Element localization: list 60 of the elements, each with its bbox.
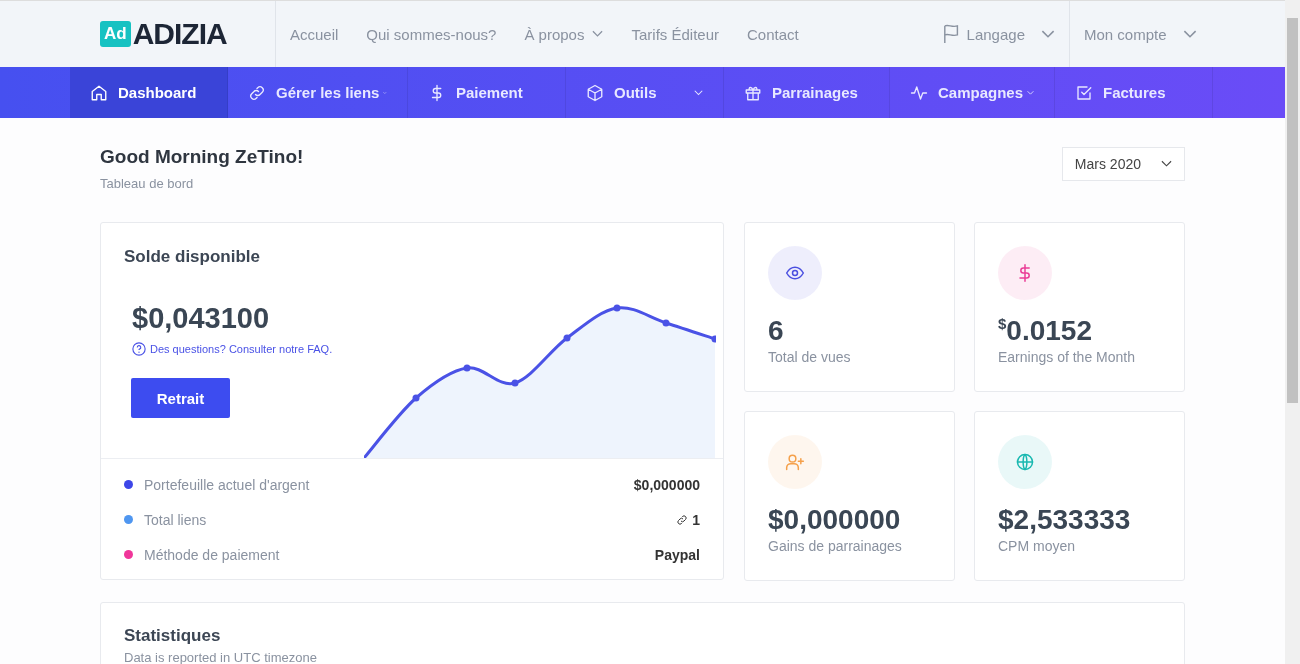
- question-icon: [132, 342, 146, 356]
- caret-icon: [592, 30, 604, 38]
- legend-label: Total liens: [144, 511, 208, 528]
- legend-label: Méthode de paiement: [144, 546, 281, 563]
- header-link[interactable]: Tarifs Éditeur: [631, 25, 719, 43]
- stat-value: $2,533333: [998, 504, 1132, 536]
- scrollbar[interactable]: [1285, 0, 1300, 664]
- card-title: Statistiques: [124, 626, 222, 646]
- language-menu[interactable]: Langage: [928, 1, 1069, 67]
- pulse-icon: [910, 83, 928, 102]
- stat-value: 6: [768, 315, 785, 347]
- caret-icon: [1027, 89, 1034, 96]
- legend-value: $0,000000: [633, 476, 700, 493]
- caret-icon: [1041, 29, 1055, 39]
- card-title: Solde disponible: [124, 247, 261, 267]
- header-link[interactable]: À propos: [524, 25, 604, 43]
- stat-label: CPM moyen: [998, 538, 1077, 554]
- graph-point: [662, 319, 670, 327]
- caret-icon: [1182, 29, 1197, 39]
- nav-tab[interactable]: Gérer les liens: [228, 67, 408, 118]
- header-link[interactable]: Contact: [747, 25, 799, 43]
- caret-icon: [694, 89, 703, 96]
- stat-value: $0,000000: [768, 504, 902, 536]
- graph-point: [711, 335, 716, 343]
- graph-point: [511, 379, 519, 387]
- graph-point: [613, 304, 621, 312]
- balance-amount: $0,043100: [132, 302, 271, 335]
- check-icon: [1075, 83, 1093, 102]
- header-link[interactable]: Qui sommes-nous?: [366, 25, 497, 43]
- legend-value: Paypal: [654, 546, 700, 563]
- nav-tab[interactable]: Factures: [1055, 67, 1213, 118]
- nav-tab[interactable]: Campagnes: [890, 67, 1055, 118]
- legend-value: 1: [692, 511, 700, 528]
- flag-icon: [942, 24, 961, 44]
- legend-label: Portefeuille actuel d'argent: [144, 476, 311, 493]
- box-icon: [586, 83, 604, 102]
- header-link[interactable]: Accueil: [290, 25, 339, 43]
- graph-point: [563, 334, 571, 342]
- stat-label: Total de vues: [768, 349, 852, 365]
- stat-value: $^{$}$0.0152: [998, 315, 1093, 347]
- home-icon: [90, 83, 108, 102]
- page-subtitle: Tableau de bord: [100, 176, 195, 191]
- card-subtitle: Data is reported in UTC timezone: [124, 650, 318, 664]
- account-menu[interactable]: Mon compte: [1070, 1, 1285, 67]
- logo[interactable]: Ad ADIZIA: [100, 1, 275, 67]
- graph-point: [463, 364, 471, 372]
- graph-point: [412, 394, 420, 402]
- link-icon: [248, 83, 266, 102]
- nav-tab[interactable]: Paiement: [408, 67, 566, 118]
- greeting-title: Good Morning ZeTino!: [100, 146, 304, 168]
- link-icon: [676, 513, 689, 526]
- withdraw-button[interactable]: Retrait: [131, 378, 230, 418]
- faq-link[interactable]: Des questions? Consulter notre FAQ.: [132, 342, 333, 356]
- nav-tab[interactable]: Dashboard: [70, 67, 228, 118]
- stat-label: Earnings of the Month: [998, 349, 1136, 365]
- nav-tab[interactable]: Outils: [566, 67, 724, 118]
- period-select[interactable]: Mars 2020: [1061, 147, 1185, 181]
- stat-label: Gains de parrainages: [768, 538, 903, 554]
- nav-tab[interactable]: Parrainages: [724, 67, 890, 118]
- caret-icon: [1161, 160, 1172, 168]
